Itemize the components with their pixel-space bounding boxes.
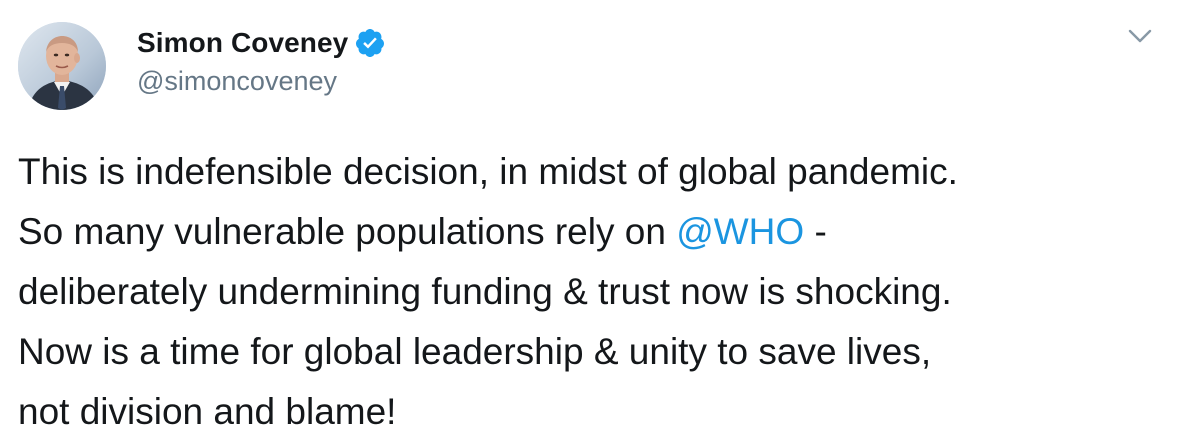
verified-badge-icon <box>354 27 386 59</box>
author-name-row: Simon Coveney <box>137 24 386 62</box>
user-handle[interactable]: @simoncoveney <box>137 63 337 99</box>
tweet-card: Simon Coveney @simoncoveney This is inde… <box>0 0 1178 444</box>
chevron-down-icon[interactable] <box>1122 24 1158 48</box>
profile-photo-icon <box>18 22 106 110</box>
display-name[interactable]: Simon Coveney <box>137 24 348 62</box>
mention-link[interactable]: @WHO <box>676 211 804 252</box>
avatar[interactable] <box>18 22 106 110</box>
tweet-text: This is indefensible decision, in midst … <box>18 142 1168 442</box>
